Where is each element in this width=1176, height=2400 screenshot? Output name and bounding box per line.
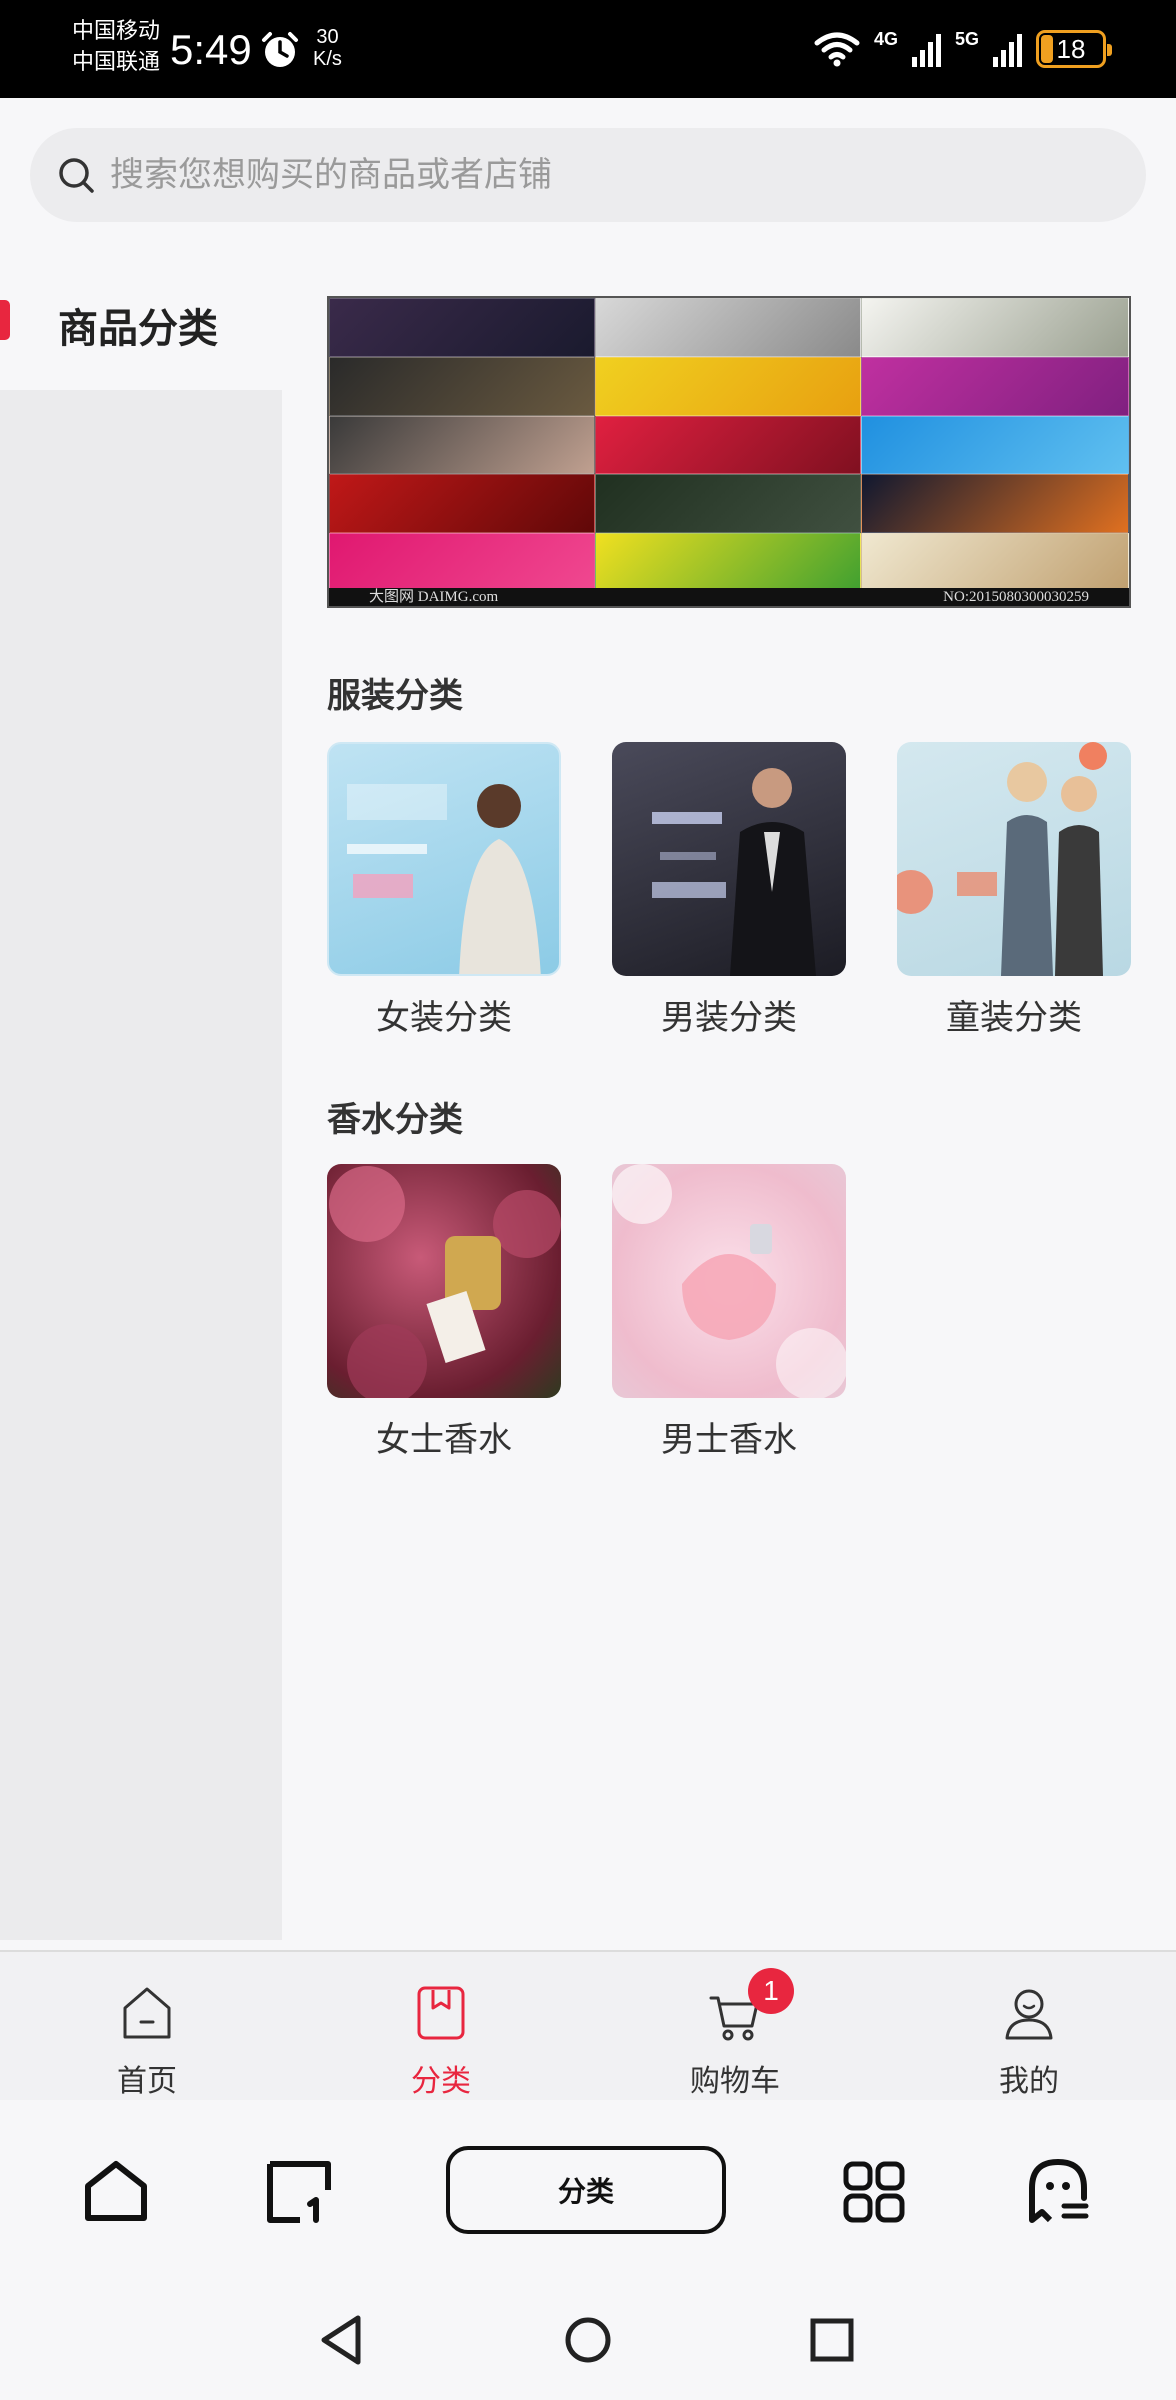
battery-icon: 18 bbox=[1036, 30, 1112, 68]
category-tile-mens-perfume[interactable]: 男士香水 bbox=[612, 1164, 846, 1461]
battery-level: 18 bbox=[1056, 33, 1086, 64]
app-tab-bar: 首页 分类 1 购物车 我的 bbox=[0, 1950, 1176, 2100]
promo-banner[interactable]: 大图网 DAIMG.com NO:20150803000302​59 bbox=[327, 296, 1131, 608]
tab-profile[interactable]: 我的 bbox=[882, 1952, 1176, 2102]
home-icon bbox=[123, 1987, 171, 2039]
carrier-info: 中国移动 中国联通 bbox=[72, 16, 160, 78]
network-type-2: 5G bbox=[954, 29, 979, 49]
category-tile-kids-clothing[interactable]: 童装分类 bbox=[897, 742, 1131, 1039]
active-indicator bbox=[0, 300, 10, 340]
search-input[interactable] bbox=[110, 155, 1010, 195]
kids-clothing-image bbox=[897, 742, 1131, 976]
womens-perfume-image bbox=[327, 1164, 561, 1398]
banner-collage bbox=[329, 298, 1129, 592]
tab-label: 首页 bbox=[117, 2064, 177, 2099]
carrier-1: 中国移动 bbox=[72, 19, 161, 44]
browser-home-icon[interactable] bbox=[84, 2160, 148, 2222]
category-tile-mens-clothing[interactable]: 男装分类 bbox=[612, 742, 846, 1039]
search-bar[interactable] bbox=[30, 128, 1146, 222]
profile-icon bbox=[1005, 1989, 1053, 2040]
sidebar-item-product-category[interactable]: 商品分类 bbox=[0, 250, 282, 390]
apps-grid-icon[interactable] bbox=[842, 2160, 906, 2224]
sidebar-item-label: 商品分类 bbox=[58, 306, 218, 352]
pill-label: 分类 bbox=[557, 2175, 614, 2208]
system-navigation: 分类 bbox=[0, 2100, 1176, 2400]
tab-cart[interactable]: 1 购物车 bbox=[588, 1952, 882, 2102]
wifi-icon bbox=[814, 32, 860, 67]
speed-value: 30 bbox=[316, 26, 339, 48]
network-type-1: 4G bbox=[873, 29, 898, 49]
alarm-icon bbox=[262, 32, 298, 67]
clock: 5:49 bbox=[170, 26, 252, 73]
tab-category[interactable]: 分类 bbox=[294, 1952, 588, 2102]
tab-label: 我的 bbox=[999, 2064, 1059, 2099]
recents-icon[interactable] bbox=[810, 2318, 854, 2362]
category-sidebar: 商品分类 bbox=[0, 250, 282, 1940]
carrier-2: 中国联通 bbox=[72, 50, 161, 75]
watermark-right: NO:20150803000302​59 bbox=[943, 589, 1089, 605]
tile-label: 童装分类 bbox=[946, 998, 1082, 1038]
category-tile-womens-clothing[interactable]: 女装分类 bbox=[327, 742, 561, 1039]
tab-label: 分类 bbox=[411, 2064, 471, 2099]
ghost-menu-icon[interactable] bbox=[1026, 2158, 1090, 2224]
signal-icon bbox=[911, 31, 941, 67]
cart-badge: 1 bbox=[748, 1968, 794, 2014]
mens-perfume-image bbox=[612, 1164, 846, 1398]
womens-clothing-image bbox=[327, 742, 561, 976]
tile-label: 男装分类 bbox=[661, 998, 797, 1038]
tile-label: 女装分类 bbox=[376, 998, 512, 1038]
speed-unit: K/s bbox=[313, 48, 342, 70]
mens-clothing-image bbox=[612, 742, 846, 976]
category-content: 大图网 DAIMG.com NO:20150803000302​59 服装分类 … bbox=[282, 250, 1176, 1950]
tile-label: 男士香水 bbox=[661, 1420, 797, 1460]
watermark-left: 大图网 DAIMG.com bbox=[369, 589, 499, 605]
status-bar: 中国移动 中国联通 5:49 30 K/s 4G 5G 18 bbox=[0, 0, 1176, 98]
tabs-icon[interactable] bbox=[266, 2160, 332, 2224]
tile-label: 女士香水 bbox=[376, 1420, 512, 1460]
category-icon bbox=[417, 1986, 465, 2040]
current-page-pill[interactable]: 分类 bbox=[446, 2146, 726, 2234]
search-header bbox=[0, 98, 1176, 250]
back-icon[interactable] bbox=[318, 2314, 362, 2366]
category-tile-womens-perfume[interactable]: 女士香水 bbox=[327, 1164, 561, 1461]
tab-home[interactable]: 首页 bbox=[0, 1952, 294, 2102]
section-title-clothing: 服装分类 bbox=[327, 676, 463, 716]
search-icon bbox=[59, 158, 94, 193]
system-icons: 4G 5G 18 bbox=[814, 26, 1112, 72]
banner-watermark: 大图网 DAIMG.com NO:20150803000302​59 bbox=[329, 588, 1129, 606]
home-circle-icon[interactable] bbox=[564, 2316, 612, 2364]
sidebar-empty-area bbox=[0, 390, 282, 1940]
section-title-perfume: 香水分类 bbox=[327, 1100, 463, 1140]
network-speed: 30 K/s bbox=[313, 26, 342, 70]
tab-label: 购物车 bbox=[690, 2064, 780, 2099]
signal-icon bbox=[993, 31, 1022, 67]
